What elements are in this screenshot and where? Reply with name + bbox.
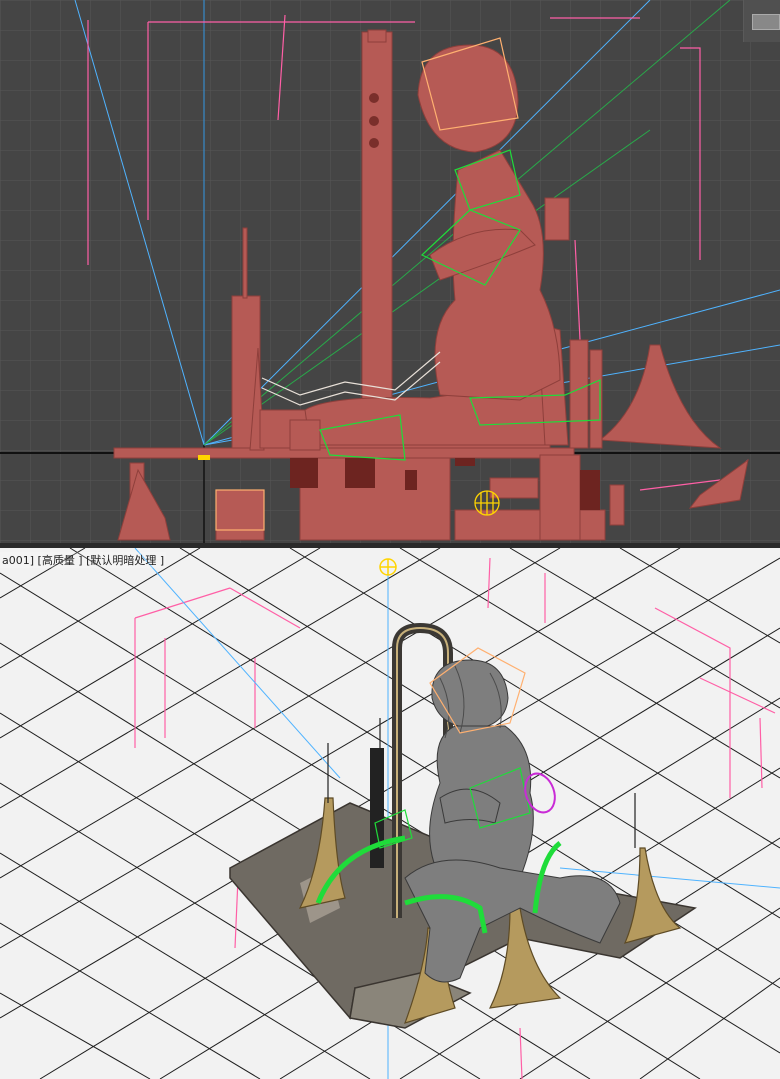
viewport-front[interactable] bbox=[0, 0, 780, 543]
view-cube-icon[interactable] bbox=[743, 0, 780, 42]
pivot-marker bbox=[198, 455, 210, 460]
gizmo-icon-3d[interactable] bbox=[379, 558, 397, 576]
model-bolts bbox=[369, 93, 379, 148]
dark-post bbox=[370, 748, 384, 868]
viewport-label[interactable]: a001] [高质量 ] [默认明暗处理 ] bbox=[0, 552, 167, 568]
viewport-front-canvas[interactable] bbox=[0, 0, 780, 543]
viewport-perspective-canvas[interactable] bbox=[0, 548, 780, 1079]
gizmo-icon[interactable] bbox=[474, 490, 500, 516]
viewport-perspective[interactable]: a001] [高质量 ] [默认明暗处理 ] bbox=[0, 548, 780, 1079]
editor-window: a001] [高质量 ] [默认明暗处理 ] bbox=[0, 0, 780, 1079]
